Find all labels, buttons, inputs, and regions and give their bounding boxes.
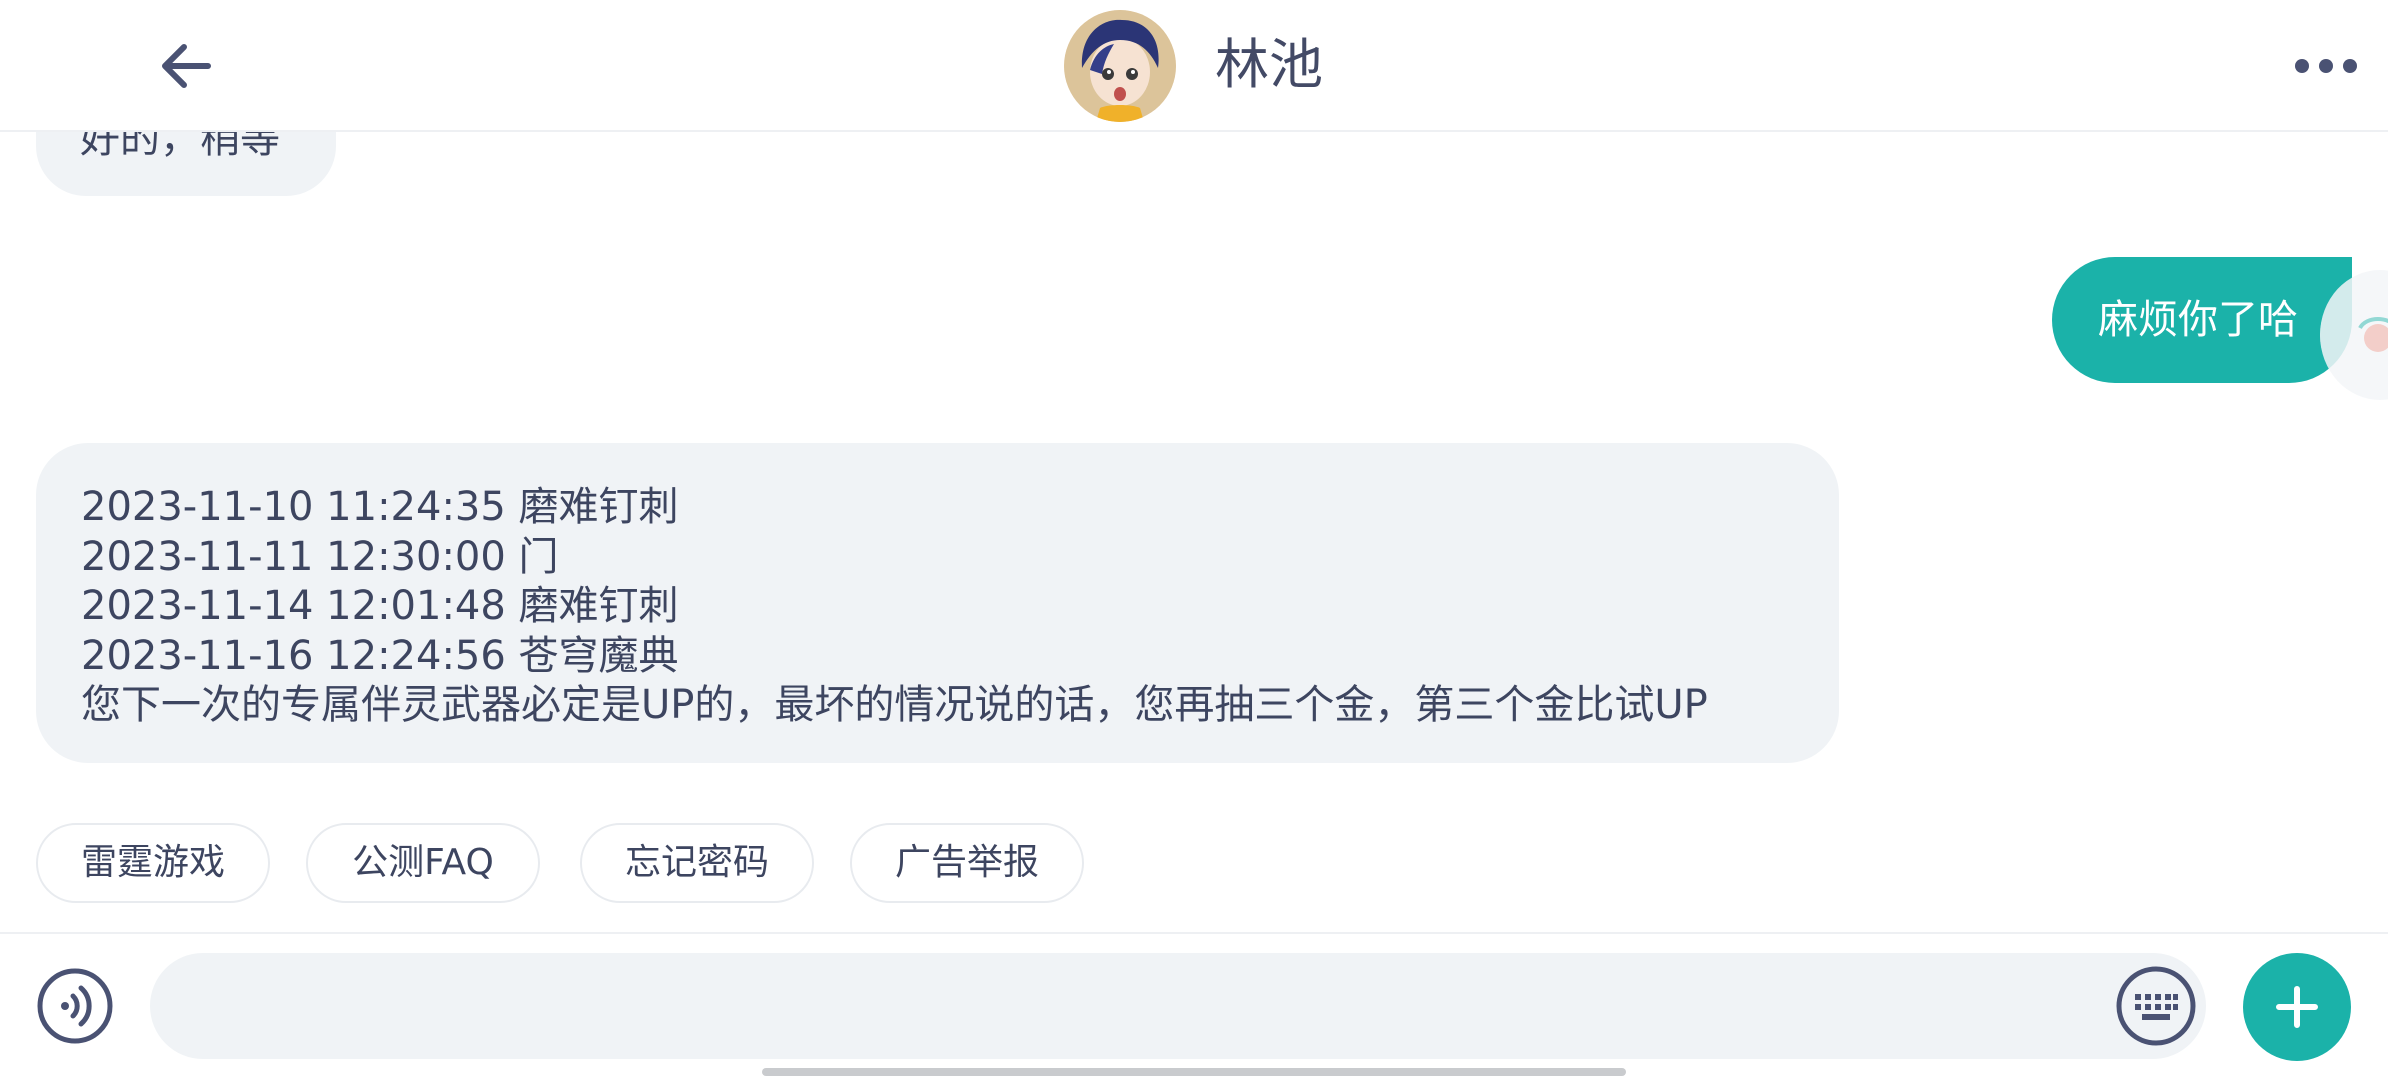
quick-reply-chip[interactable]: 广告举报 [850,823,1084,903]
back-button[interactable] [150,30,222,102]
quick-reply-chip[interactable]: 雷霆游戏 [36,823,270,903]
chat-header: 林池 [0,0,2388,132]
message-line: 2023-11-14 12:01:48 磨难钉刺 [81,583,679,629]
quick-reply-chip[interactable]: 公测FAQ [306,823,540,903]
voice-button[interactable] [36,967,114,1045]
input-divider [0,932,2388,934]
incoming-message: 2023-11-10 11:24:35 磨难钉刺 2023-11-11 12:3… [36,443,1839,763]
message-line: 您下一次的专属伴灵武器必定是UP的，最坏的情况说的话，您再抽三个金，第三个金比试… [81,682,1708,728]
voice-icon [37,968,113,1044]
message-line: 2023-11-16 12:24:56 苍穹魔典 [81,632,679,679]
message-input-wrapper [150,953,2206,1061]
arrow-left-icon [162,44,211,88]
add-button[interactable] [2243,953,2351,1061]
message-line: 2023-11-10 11:24:35 磨难钉刺 [81,484,679,530]
more-horizontal-icon [2295,59,2357,73]
outgoing-message: 麻烦你了哈 [2052,257,2352,383]
keyboard-button[interactable] [2115,965,2197,1047]
keyboard-icon [2116,966,2196,1046]
contact-name: 林池 [1215,33,1323,96]
message-input[interactable] [190,953,2094,1061]
home-indicator[interactable] [762,1068,1626,1076]
message-line: 2023-11-11 12:30:00 门 [81,533,559,580]
quick-reply-chip[interactable]: 忘记密码 [580,823,814,903]
more-button[interactable] [2290,40,2362,92]
chat-screen: 林池 好的，稍等 麻烦你了哈 2023-11-10 11:24:35 磨难钉刺 … [0,0,2388,1080]
plus-icon [2276,986,2318,1028]
contact-avatar[interactable] [1064,10,1176,122]
